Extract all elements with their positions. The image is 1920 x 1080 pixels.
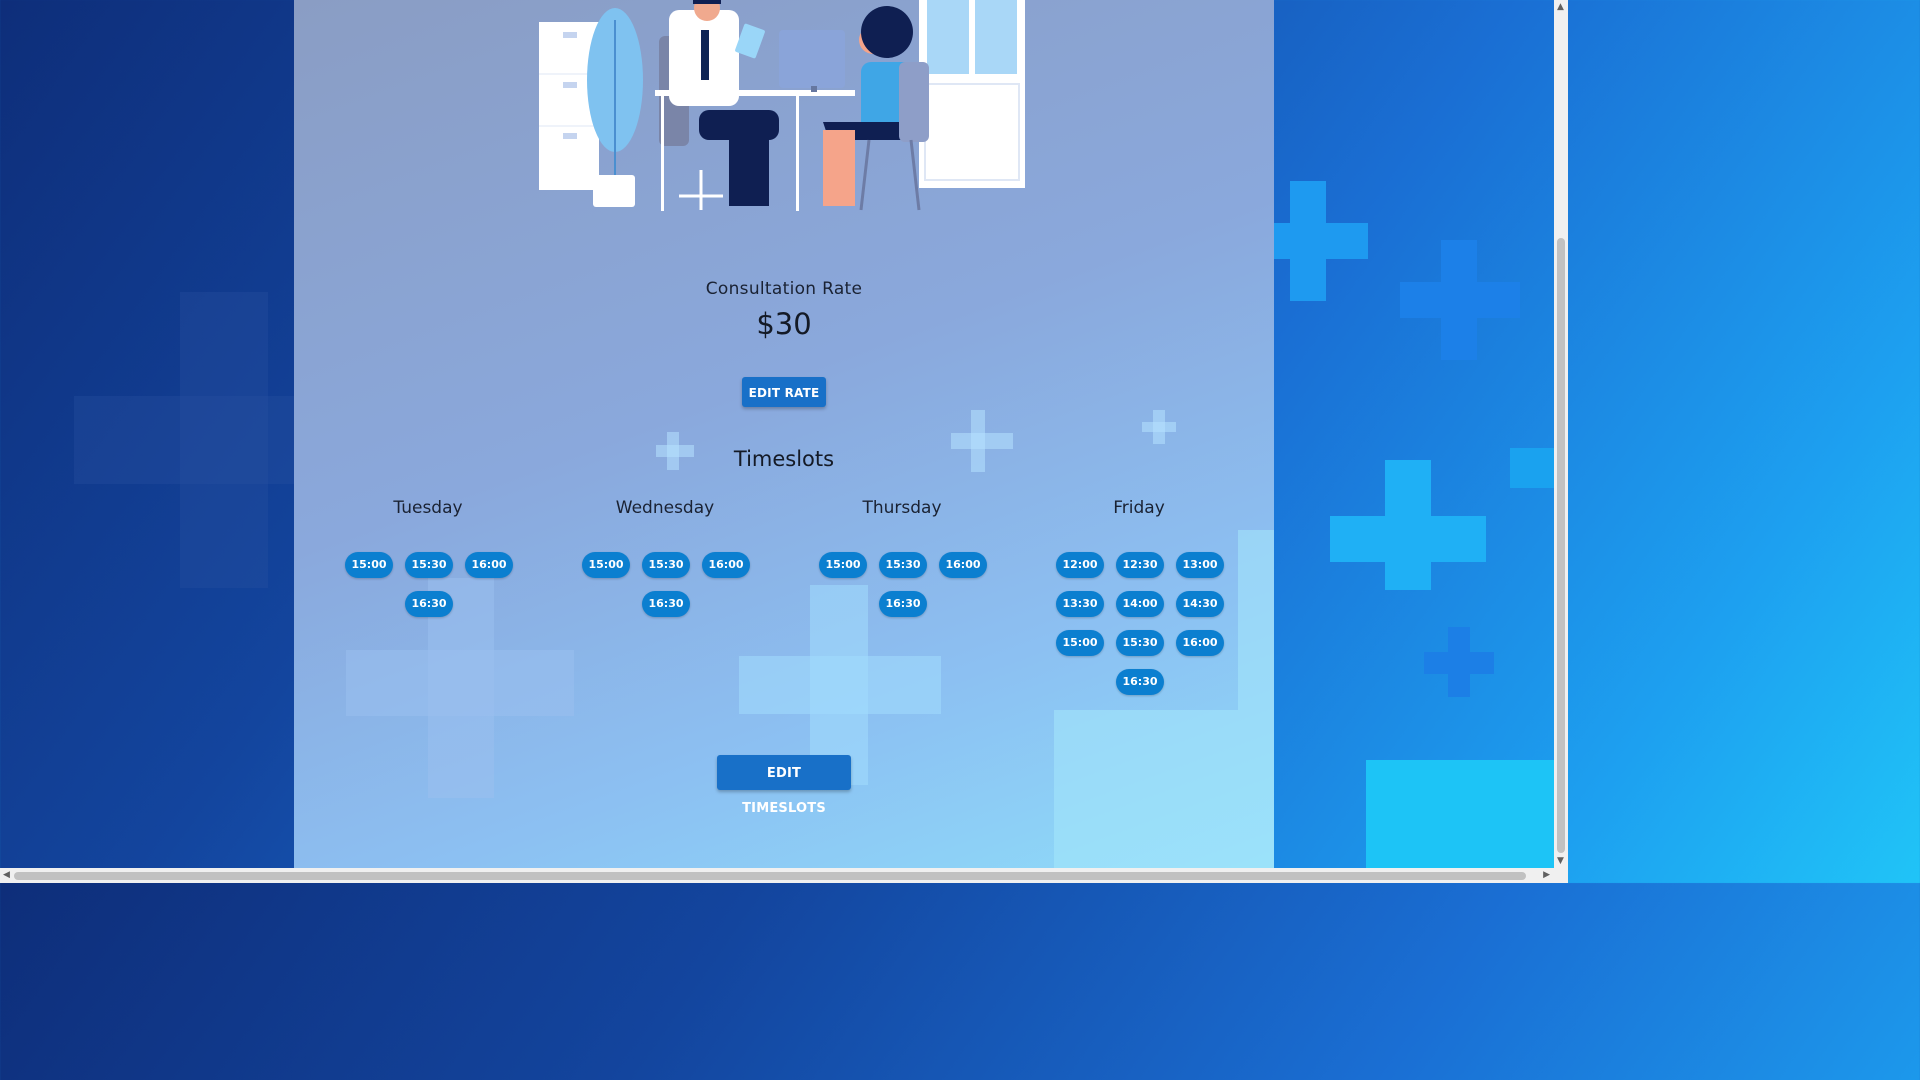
- timeslot-chip[interactable]: 15:00: [345, 552, 393, 578]
- vertical-scroll-thumb[interactable]: [1557, 238, 1565, 853]
- timeslot-chip[interactable]: 15:30: [879, 552, 927, 578]
- timeslot-chip[interactable]: 16:00: [702, 552, 750, 578]
- day-column-tuesday: Tuesday 15:00 15:30 16:00 16:30: [328, 498, 528, 617]
- scroll-down-icon[interactable]: ▼: [1557, 856, 1564, 866]
- timeslot-chip[interactable]: 14:00: [1116, 591, 1164, 617]
- consultation-rate-value: $30: [756, 307, 812, 341]
- horizontal-scroll-thumb[interactable]: [14, 872, 1526, 880]
- timeslot-chip[interactable]: 12:30: [1116, 552, 1164, 578]
- timeslot-chip[interactable]: 14:30: [1176, 591, 1224, 617]
- vertical-scrollbar[interactable]: ▲ ▼: [1554, 0, 1568, 868]
- timeslot-chip[interactable]: 15:30: [642, 552, 690, 578]
- timeslot-chip[interactable]: 13:00: [1176, 552, 1224, 578]
- main-panel: Consultation Rate $30 EDIT RATE Timeslot…: [294, 0, 1274, 868]
- timeslot-chip[interactable]: 13:30: [1056, 591, 1104, 617]
- timeslot-chip[interactable]: 15:00: [582, 552, 630, 578]
- scroll-right-icon[interactable]: ▶: [1543, 870, 1550, 880]
- timeslot-chip[interactable]: 16:30: [405, 591, 453, 617]
- day-name: Wednesday: [615, 498, 715, 518]
- day-name: Tuesday: [393, 498, 463, 518]
- timeslot-chip[interactable]: 15:30: [405, 552, 453, 578]
- day-name: Friday: [1113, 498, 1165, 518]
- scroll-up-icon[interactable]: ▲: [1557, 2, 1564, 12]
- timeslot-chip[interactable]: 16:00: [1176, 630, 1224, 656]
- consultation-rate-label: Consultation Rate: [705, 279, 863, 299]
- timeslot-chip[interactable]: 15:00: [819, 552, 867, 578]
- horizontal-scrollbar[interactable]: ◀ ▶: [0, 868, 1568, 883]
- day-column-friday: Friday 12:00 12:30 13:00 13:30 14:00 14:…: [1039, 498, 1239, 695]
- day-column-wednesday: Wednesday 15:00 15:30 16:00 16:30: [565, 498, 765, 617]
- edit-rate-button[interactable]: EDIT RATE: [742, 377, 826, 407]
- timeslots-title: Timeslots: [733, 447, 835, 471]
- timeslot-chip[interactable]: 15:30: [1116, 630, 1164, 656]
- timeslot-chip[interactable]: 16:00: [939, 552, 987, 578]
- edit-timeslots-button[interactable]: EDIT TIMESLOTS: [717, 755, 851, 816]
- timeslot-chip[interactable]: 15:00: [1056, 630, 1104, 656]
- timeslot-chip[interactable]: 16:30: [879, 591, 927, 617]
- timeslot-chip[interactable]: 12:00: [1056, 552, 1104, 578]
- day-column-thursday: Thursday 15:00 15:30 16:00 16:30: [802, 498, 1002, 617]
- timeslot-chip[interactable]: 16:00: [465, 552, 513, 578]
- doctor-consultation-illustration: [539, 0, 1025, 211]
- day-name: Thursday: [862, 498, 942, 518]
- timeslot-chip[interactable]: 16:30: [1116, 669, 1164, 695]
- timeslot-chip[interactable]: 16:30: [642, 591, 690, 617]
- scroll-left-icon[interactable]: ◀: [3, 870, 10, 880]
